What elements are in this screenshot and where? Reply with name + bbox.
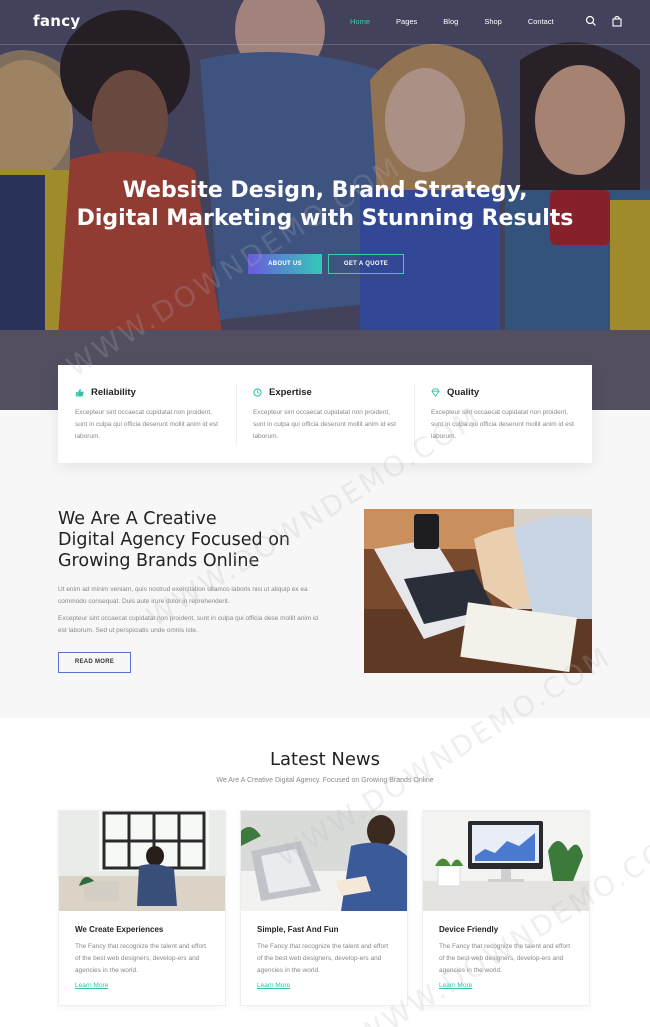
feature-title-text: Expertise xyxy=(269,387,312,398)
feature-title: Expertise xyxy=(253,387,414,398)
news-card-title[interactable]: We Create Experiences xyxy=(75,925,225,934)
news-card-image[interactable] xyxy=(423,811,589,911)
hero-section: fancy Home Pages Blog Shop Contact Websi… xyxy=(0,0,650,410)
navbar: fancy Home Pages Blog Shop Contact xyxy=(0,0,650,45)
feature-quality: Quality Excepteur sint occaecat cupidata… xyxy=(414,365,592,463)
news-cards: We Create Experiences The Fancy that rec… xyxy=(58,810,592,1006)
nav-item-blog[interactable]: Blog xyxy=(443,17,458,26)
feature-reliability: Reliability Excepteur sint occaecat cupi… xyxy=(58,365,236,463)
news-card-text: The Fancy that recognize the talent and … xyxy=(439,943,571,974)
logo[interactable]: fancy xyxy=(33,12,81,30)
main-nav: Home Pages Blog Shop Contact xyxy=(350,17,580,26)
search-icon[interactable] xyxy=(585,14,597,28)
feature-title: Quality xyxy=(431,387,592,398)
diamond-icon xyxy=(431,388,440,397)
news-title: Latest News xyxy=(270,749,380,770)
feature-text: Excepteur sint occaecat cupidatat non pr… xyxy=(253,409,396,440)
news-card-image[interactable] xyxy=(59,811,225,911)
nav-item-pages[interactable]: Pages xyxy=(396,17,417,26)
get-a-quote-button[interactable]: GET A QUOTE xyxy=(328,254,404,274)
about-title-line-1: We Are A Creative xyxy=(58,509,217,529)
about-laptop-image xyxy=(364,509,592,673)
nav-item-contact[interactable]: Contact xyxy=(528,17,554,26)
news-card[interactable]: Device Friendly The Fancy that recognize… xyxy=(422,810,590,1006)
learn-more-link[interactable]: Learn More xyxy=(439,982,589,989)
learn-more-link[interactable]: Learn More xyxy=(75,982,225,989)
news-card[interactable]: We Create Experiences The Fancy that rec… xyxy=(58,810,226,1006)
feature-text: Excepteur sint occaecat cupidatat non pr… xyxy=(75,409,218,440)
feature-text: Excepteur sint occaecat cupidatat non pr… xyxy=(431,409,574,440)
bag-icon[interactable] xyxy=(611,14,623,28)
about-title: We Are A Creative Digital Agency Focused… xyxy=(58,509,290,572)
news-card[interactable]: Simple, Fast And Fun The Fancy that reco… xyxy=(240,810,408,1006)
about-title-line-3: Growing Brands Online xyxy=(58,551,260,571)
about-us-button[interactable]: ABOUT US xyxy=(248,254,322,274)
about-title-line-2: Digital Agency Focused on xyxy=(58,530,291,550)
feature-title-text: Reliability xyxy=(91,387,136,398)
clock-icon xyxy=(253,388,262,397)
read-more-button[interactable]: READ MORE xyxy=(58,652,131,673)
hero-title-line-2: Digital Marketing with Stunning Results xyxy=(76,206,574,231)
nav-icons xyxy=(585,14,623,28)
news-card-title[interactable]: Device Friendly xyxy=(439,925,589,934)
news-card-image[interactable] xyxy=(241,811,407,911)
thumbs-up-icon xyxy=(75,388,84,397)
feature-expertise: Expertise Excepteur sint occaecat cupida… xyxy=(236,365,414,463)
nav-item-shop[interactable]: Shop xyxy=(484,17,502,26)
news-card-text: The Fancy that recognize the talent and … xyxy=(75,943,207,974)
hero-title-line-1: Website Design, Brand Strategy, xyxy=(122,178,528,203)
news-card-text: The Fancy that recognize the talent and … xyxy=(257,943,389,974)
hero-buttons: ABOUT US GET A QUOTE xyxy=(248,254,404,274)
nav-item-home[interactable]: Home xyxy=(350,17,370,26)
feature-title: Reliability xyxy=(75,387,236,398)
about-paragraph-1: Ut enim ad minim veniam, quis nostrud ex… xyxy=(58,586,308,605)
news-subtitle: We Are A Creative Digital Agency. Focuse… xyxy=(216,777,434,784)
news-card-title[interactable]: Simple, Fast And Fun xyxy=(257,925,407,934)
features-box: Reliability Excepteur sint occaecat cupi… xyxy=(58,365,592,463)
hero-title: Website Design, Brand Strategy, Digital … xyxy=(0,177,650,233)
learn-more-link[interactable]: Learn More xyxy=(257,982,407,989)
feature-title-text: Quality xyxy=(447,387,480,398)
about-paragraph-2: Excepteur sint occaecat cupidatat non pr… xyxy=(58,615,319,634)
